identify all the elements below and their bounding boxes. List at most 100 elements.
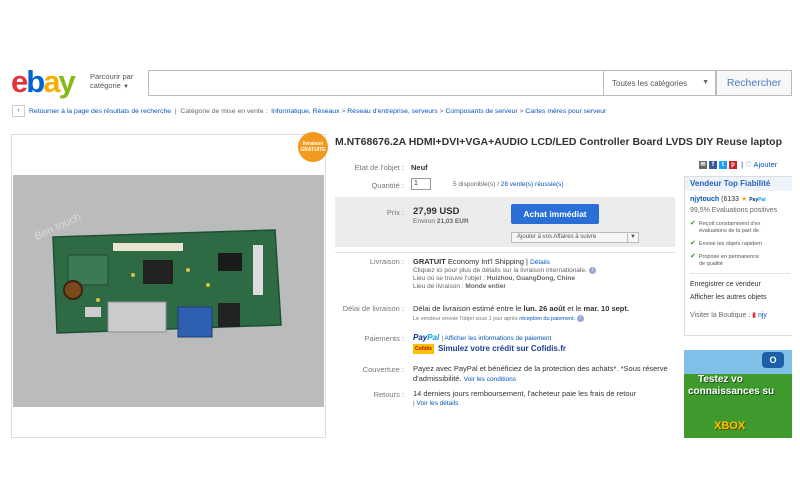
- ships-to-label: Lieu de livraison :: [413, 283, 464, 291]
- listed-in-label: Catégorie de mise en vente :: [180, 107, 268, 115]
- heart-icon[interactable]: ♡: [745, 160, 752, 169]
- xbox-ad-banner[interactable]: O Testez vo connaissances su XBOX: [684, 350, 792, 438]
- breadcrumb-item[interactable]: Informatique, Réseaux: [271, 108, 339, 115]
- delivery-and: et le: [567, 304, 582, 313]
- delivery-date-1: lun. 26 août: [523, 304, 566, 313]
- seller-info-panel: Vendeur Top Fiabilité njytouch (6133 ★ P…: [684, 176, 792, 336]
- breadcrumb-item[interactable]: Composants de serveur: [445, 108, 517, 115]
- category-select-value: Toutes les catégories: [612, 79, 688, 88]
- breadcrumb-separator: >: [341, 107, 346, 115]
- seller-positive: 99,5% Evaluations positives: [690, 207, 778, 214]
- search-input[interactable]: [148, 70, 604, 96]
- perk-1: ✔ Reçoit constamment d'ex évaluations de l…: [690, 220, 760, 235]
- seller-feedback-count: (6133: [721, 196, 740, 203]
- breadcrumb-separator: >: [519, 107, 524, 115]
- facebook-icon[interactable]: f: [709, 161, 717, 170]
- shipping-info: GRATUIT Economy Int'l Shipping | Détails…: [413, 257, 673, 290]
- twitter-icon[interactable]: t: [719, 161, 727, 170]
- coverage-conditions-link[interactable]: Voir les conditions: [464, 376, 516, 383]
- paypal-logo: PayPal: [413, 333, 439, 342]
- available-count: 5 disponible(s) / 28 vente(s) réussie(s): [453, 181, 564, 188]
- pinterest-icon[interactable]: p: [729, 161, 737, 170]
- perk-3-line2: de qualité: [699, 261, 723, 267]
- info-icon[interactable]: i: [588, 267, 596, 274]
- perk-2-text: Envoie les objets rapidem: [698, 241, 762, 247]
- save-seller-link[interactable]: Enregistrer ce vendeur: [690, 281, 761, 288]
- back-to-results-link[interactable]: Retourner à la page des résultats de rec…: [29, 108, 171, 115]
- returns-details-link[interactable]: Voir les détails: [417, 400, 459, 407]
- cofidis-link[interactable]: Simulez votre crédit sur Cofidis.fr: [438, 344, 566, 353]
- paypal-pay-small: Pay: [749, 197, 759, 203]
- payment-info-link[interactable]: Afficher les informations de paiement: [444, 335, 551, 342]
- visit-store-row: Visiter la Boutique : ▮ njy: [690, 311, 767, 319]
- delivery-text: Délai de livraison estimé entre le: [413, 304, 522, 313]
- shipping-label: Livraison :: [369, 257, 404, 266]
- check-icon: ✔: [690, 220, 696, 227]
- shipping-details-link[interactable]: Détails: [530, 259, 550, 266]
- perk-3-line1: Propose en permanence: [698, 254, 760, 260]
- info-icon[interactable]: i: [577, 315, 585, 322]
- item-title: M.NT68676.2A HDMI+DVI+VGA+AUDIO LCD/LED …: [335, 136, 783, 148]
- email-icon[interactable]: ✉: [699, 161, 707, 170]
- ebay-logo[interactable]: ebay: [11, 64, 76, 99]
- item-location-label: Lieu où se trouve l'objet :: [413, 275, 486, 283]
- seller-name-row: njytouch (6133 ★ PayPal: [690, 195, 766, 203]
- star-icon: ★: [740, 196, 748, 203]
- add-to-list-link[interactable]: Ajouter: [754, 160, 778, 169]
- other-items-link[interactable]: Afficher les autres objets: [690, 294, 767, 301]
- search-button[interactable]: Rechercher: [716, 70, 792, 96]
- sold-link[interactable]: 28 vente(s) réussie(s): [501, 181, 564, 188]
- approx-label: Environ: [413, 218, 436, 225]
- item-location: Huizhou, GuangDong, Chine: [486, 275, 575, 283]
- payment-received-link[interactable]: réception du paiement.: [519, 316, 575, 322]
- chevron-left-icon[interactable]: ‹: [12, 105, 25, 117]
- chevron-down-icon[interactable]: ▼: [627, 233, 638, 242]
- coverage-info: Payez avec PayPal et bénéficiez de la pr…: [413, 364, 675, 385]
- ad-line2: connaissances su: [688, 386, 775, 397]
- seller-name-link[interactable]: njytouch: [690, 196, 719, 203]
- ad-line1: Testez vo: [698, 374, 743, 385]
- payments-info: PayPal | Afficher les informations de pa…: [413, 333, 566, 355]
- breadcrumb-item[interactable]: Réseau d'entreprise, serveurs: [347, 108, 437, 115]
- browse-by-category[interactable]: Parcourir par catégorie ▼: [90, 72, 142, 92]
- available-text: 5 disponible(s): [453, 181, 496, 188]
- check-icon: ✔: [690, 253, 696, 260]
- top-rated-seller-header: Vendeur Top Fiabilité: [685, 177, 792, 191]
- share-bar: ✉ f t p | ♡ Ajouter: [699, 160, 778, 170]
- intl-shipping-link[interactable]: Cliquez ici pour plus de détails sur la …: [413, 267, 587, 274]
- add-to-watchlist-button[interactable]: Ajouter à vos Affaires à suivre ▼: [511, 232, 639, 243]
- approx-value: 21,03 EUR: [436, 218, 469, 225]
- quantity-label: Quantité :: [371, 181, 404, 190]
- product-image-panel: Ben touch: [11, 134, 326, 438]
- perk-3: ✔ Propose en permanence de qualité: [690, 253, 759, 268]
- store-link[interactable]: njy: [758, 312, 767, 319]
- ships-to: Monde entier: [465, 283, 506, 291]
- product-photo[interactable]: Ben touch: [13, 175, 324, 407]
- buy-it-now-button[interactable]: Achat immédiat: [511, 204, 599, 224]
- delivery-note: Le vendeur envoie l'objet sous 1 jour ap…: [413, 315, 518, 322]
- quantity-input[interactable]: 1: [411, 178, 431, 190]
- category-select[interactable]: Toutes les catégories ▼: [604, 70, 716, 96]
- breadcrumb: ‹ Retourner à la page des résultats de re…: [12, 105, 792, 119]
- site-header: ebay Parcourir par catégorie ▼ Toutes le…: [8, 62, 792, 102]
- paypal-logo-small: PayPal: [749, 197, 765, 203]
- ad-line3: XBOX: [714, 420, 746, 432]
- logo-letter-b: b: [26, 64, 45, 99]
- logo-letter-e: e: [11, 64, 28, 99]
- delivery-date-2: mar. 10 sept.: [583, 304, 629, 313]
- divider: [690, 273, 790, 274]
- logo-letter-y: y: [58, 64, 75, 99]
- breadcrumb-separator: >: [439, 107, 444, 115]
- paypal-pal: Pal: [427, 333, 440, 342]
- delivery-info: Délai de livraison estimé entre le lun. …: [413, 304, 673, 322]
- free-shipping-badge: livraison GRATUITE: [298, 132, 328, 162]
- condition-label: Etat de l'objet :: [354, 163, 404, 172]
- watch-label: Ajouter à vos Affaires à suivre: [517, 234, 597, 240]
- approx-price: Environ 21,03 EUR: [413, 218, 469, 225]
- browse-label-line1: Parcourir par: [90, 72, 134, 81]
- shipping-method: Economy Int'l Shipping: [447, 257, 524, 266]
- delivery-label: Délai de livraison :: [342, 304, 404, 313]
- visit-store-label: Visiter la Boutique :: [690, 312, 751, 319]
- returns-info: 14 derniers jours remboursement, l'achet…: [413, 389, 637, 407]
- breadcrumb-item[interactable]: Cartes mères pour serveur: [525, 108, 606, 115]
